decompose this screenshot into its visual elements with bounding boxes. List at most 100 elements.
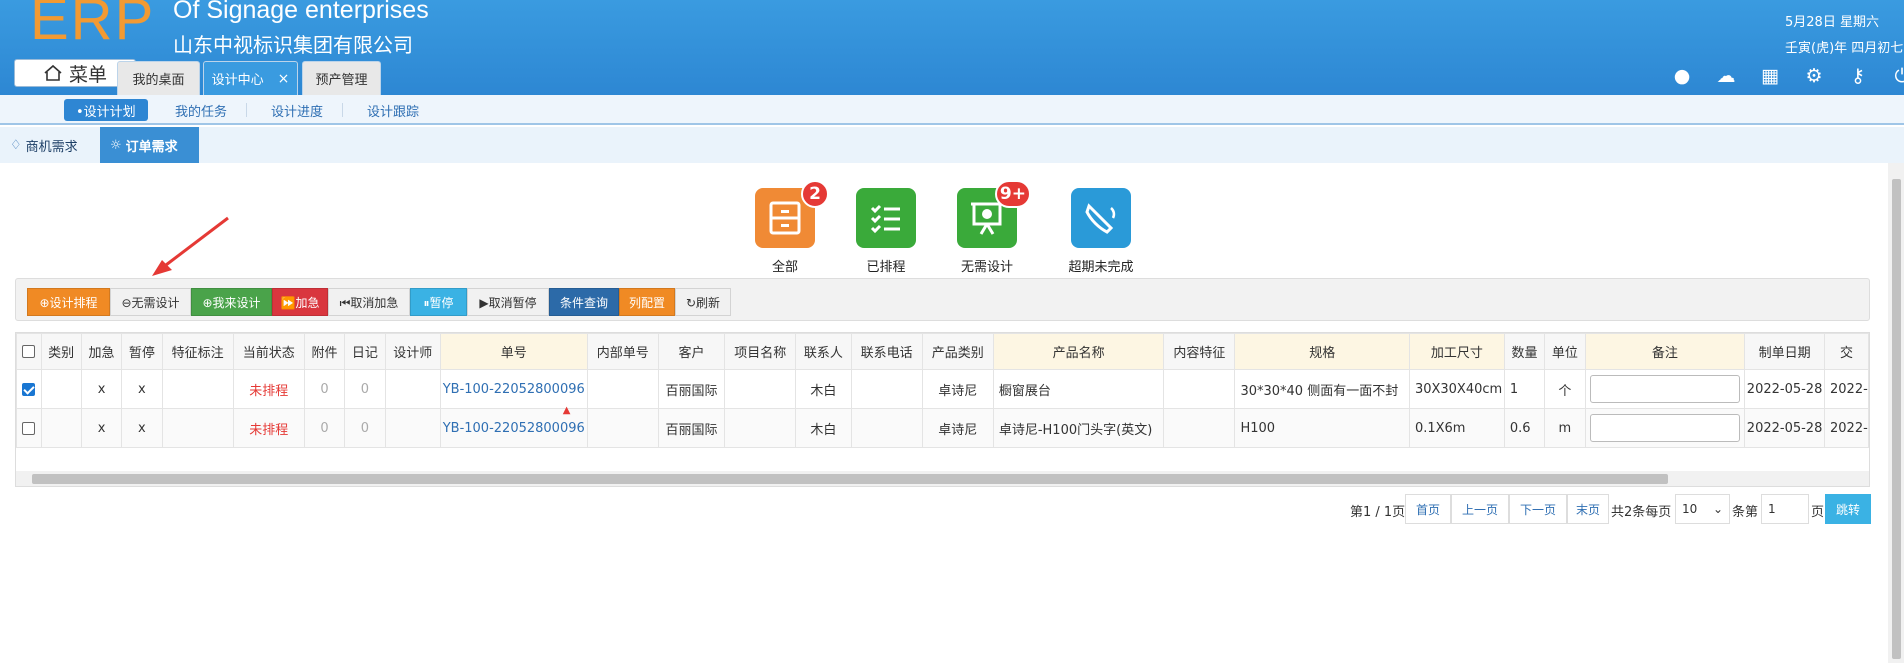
key-icon[interactable]: ⚷ xyxy=(1846,64,1870,88)
column-header[interactable]: 联系电话 xyxy=(850,333,923,370)
remark-input[interactable] xyxy=(1589,414,1740,442)
logout-icon[interactable]: ⏻ xyxy=(1890,64,1904,88)
cell: 0.1X6m xyxy=(1408,408,1505,448)
tab-order-demand[interactable]: ☼ 订单需求 xyxy=(100,127,199,163)
app-root: ERP Of Signage enterprises 山东中视标识集团有限公司 … xyxy=(0,0,1904,663)
toolbar: ⊕设计排程 ⊖无需设计 ⊕我来设计 ⏩加急 ⏮取消加急 ⏸暂停 ▶取消暂停 条件… xyxy=(15,278,1870,321)
cell: m xyxy=(1544,408,1586,448)
column-header[interactable]: 加工尺寸 xyxy=(1408,333,1505,370)
scroll-thumb[interactable] xyxy=(1892,179,1901,659)
no-design-button[interactable]: ⊖无需设计 xyxy=(110,288,191,316)
scroll-thumb[interactable] xyxy=(32,474,1668,484)
company-name-cn: 山东中视标识集团有限公司 xyxy=(173,33,413,57)
pause-button[interactable]: ⏸暂停 xyxy=(410,288,467,316)
subnav-design-tracking[interactable]: 设计跟踪 xyxy=(355,95,431,125)
column-header[interactable]: 产品类别 xyxy=(921,333,994,370)
prev-page-button[interactable]: 上一页 xyxy=(1451,494,1509,524)
row-checkbox[interactable] xyxy=(16,408,42,448)
refresh-button[interactable]: ↻刷新 xyxy=(675,288,731,316)
column-header[interactable]: 交 xyxy=(1824,333,1869,370)
cancel-urgent-button[interactable]: ⏮取消加急 xyxy=(328,288,410,316)
column-header[interactable]: 规格 xyxy=(1234,333,1410,370)
i-design-button[interactable]: ⊕我来设计 xyxy=(191,288,272,316)
cell xyxy=(384,369,441,409)
column-header[interactable]: 特征标注 xyxy=(161,333,234,370)
tab-preproduction[interactable]: 预产管理 xyxy=(302,61,381,95)
count-badge: 2 xyxy=(801,180,829,208)
column-header[interactable]: 加急 xyxy=(80,333,123,370)
select-all-checkbox[interactable] xyxy=(16,333,42,370)
column-header[interactable]: 单号 xyxy=(439,333,588,370)
goto-page-input[interactable]: 1 xyxy=(1761,494,1809,524)
next-page-button[interactable]: 下一页 xyxy=(1509,494,1567,524)
query-button[interactable]: 条件查询 xyxy=(549,288,619,316)
schedule-design-button[interactable]: ⊕设计排程 xyxy=(27,288,110,316)
column-header[interactable]: 单位 xyxy=(1544,333,1586,370)
cell: 2022- xyxy=(1824,369,1869,409)
cell xyxy=(724,408,797,448)
column-header[interactable]: 备注 xyxy=(1584,333,1746,370)
cell xyxy=(40,369,82,409)
urgent-button[interactable]: ⏩加急 xyxy=(272,288,328,316)
tab-label: 设计中心 xyxy=(211,73,264,88)
order-number-link[interactable]: YB-100-22052800096 ▲ xyxy=(439,405,588,448)
close-icon[interactable]: × xyxy=(278,71,290,87)
cell: x xyxy=(121,408,163,448)
column-header[interactable]: 暂停 xyxy=(121,333,163,370)
column-header[interactable]: 当前状态 xyxy=(232,333,305,370)
column-config-button[interactable]: 列配置 xyxy=(619,288,675,316)
tab-design-center[interactable]: 设计中心 × xyxy=(203,61,298,95)
subnav-my-tasks[interactable]: 我的任务 xyxy=(163,95,239,125)
total-count: 共2条每页 xyxy=(1611,504,1672,520)
summary-overdue[interactable]: 超期未完成 xyxy=(1041,188,1161,275)
gear-icon[interactable]: ⚙ xyxy=(1802,64,1826,88)
cell: H100 xyxy=(1234,408,1410,448)
column-header[interactable]: 数量 xyxy=(1503,333,1546,370)
table-row[interactable]: x x 未排程 0 0 YB-100-22052800096 百丽国际 木白 卓… xyxy=(16,369,1869,409)
last-page-button[interactable]: 末页 xyxy=(1567,494,1609,524)
column-header[interactable]: 客户 xyxy=(657,333,726,370)
row-checkbox[interactable] xyxy=(16,369,42,409)
page-size-select[interactable]: 10 ⌄ xyxy=(1675,494,1730,524)
chevron-down-icon: ⌄ xyxy=(1712,502,1723,516)
cloud-upload-icon[interactable]: ☁ xyxy=(1714,64,1738,88)
column-header[interactable]: 制单日期 xyxy=(1744,333,1825,370)
column-header[interactable]: 内部单号 xyxy=(586,333,659,370)
subnav-design-plan[interactable]: •设计计划 xyxy=(64,99,148,121)
tab-my-desktop[interactable]: 我的桌面 xyxy=(117,61,200,95)
column-header[interactable]: 日记 xyxy=(344,333,386,370)
cancel-pause-button[interactable]: ▶取消暂停 xyxy=(467,288,549,316)
cell xyxy=(850,408,923,448)
summary-no-design[interactable]: 9+ 无需设计 xyxy=(927,180,1047,275)
cell: 卓诗尼-H100门头字(英文) xyxy=(992,408,1165,448)
apps-icon[interactable]: ▦ xyxy=(1758,64,1782,88)
vertical-scrollbar[interactable] xyxy=(1888,163,1904,663)
column-header[interactable]: 内容特征 xyxy=(1163,333,1236,370)
column-header[interactable]: 设计师 xyxy=(384,333,441,370)
column-header[interactable]: 附件 xyxy=(303,333,346,370)
goto-button[interactable]: 跳转 xyxy=(1825,494,1871,524)
first-page-button[interactable]: 首页 xyxy=(1405,494,1451,524)
cell: 个 xyxy=(1544,369,1586,409)
bell-icon xyxy=(1071,188,1131,248)
cell: 木白 xyxy=(795,369,852,409)
sun-icon: ☼ xyxy=(110,137,122,153)
tab-opportunity-demand[interactable]: ♢ 商机需求 xyxy=(0,127,98,163)
column-header[interactable]: 联系人 xyxy=(795,333,852,370)
cell: 0 xyxy=(344,408,386,448)
tab-label: 我的桌面 xyxy=(132,73,185,88)
table-row[interactable]: x x 未排程 0 0 YB-100-22052800096 ▲ 百丽国际 木白 … xyxy=(16,405,1869,448)
cell xyxy=(850,369,923,409)
order-number-link[interactable]: YB-100-22052800096 xyxy=(439,369,588,409)
remark-input[interactable] xyxy=(1589,375,1740,403)
divider xyxy=(246,103,247,117)
erp-logo: ERP xyxy=(30,0,156,52)
column-header[interactable]: 产品名称 xyxy=(992,333,1165,370)
horizontal-scrollbar[interactable] xyxy=(16,471,1869,486)
page-info: 第1 / 1页 xyxy=(1350,504,1406,520)
column-header[interactable]: 项目名称 xyxy=(724,333,797,370)
column-header[interactable]: 类别 xyxy=(40,333,82,370)
subnav-design-progress[interactable]: 设计进度 xyxy=(259,95,335,125)
checklist-icon xyxy=(856,188,916,248)
user-icon[interactable]: ● xyxy=(1670,64,1694,88)
